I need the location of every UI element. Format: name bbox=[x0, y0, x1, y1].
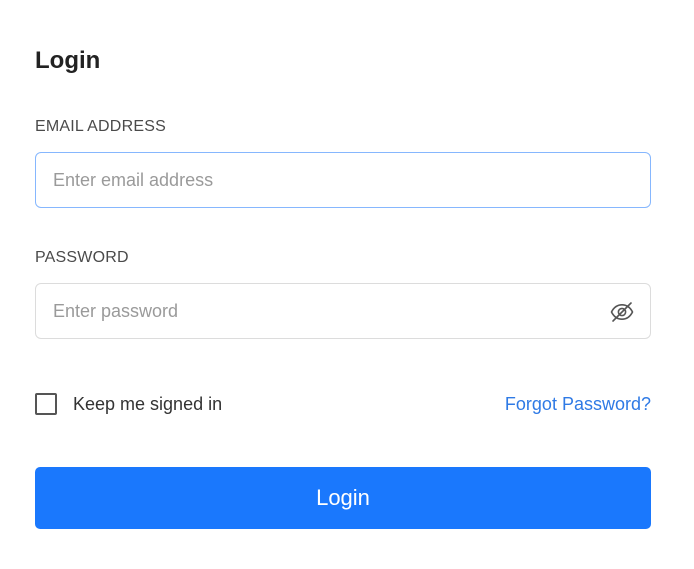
keep-signed-in-label[interactable]: Keep me signed in bbox=[73, 393, 222, 415]
forgot-password-link[interactable]: Forgot Password? bbox=[505, 393, 651, 415]
login-card: Login EMAIL ADDRESS PASSWORD Keep me sig… bbox=[0, 0, 694, 569]
email-label: EMAIL ADDRESS bbox=[35, 118, 166, 135]
password-field-wrapper bbox=[35, 283, 651, 339]
login-button[interactable]: Login bbox=[35, 467, 651, 529]
email-input[interactable] bbox=[36, 153, 650, 207]
password-input[interactable] bbox=[36, 284, 650, 338]
email-field-wrapper bbox=[35, 152, 651, 208]
page-title: Login bbox=[35, 47, 101, 74]
keep-signed-in-checkbox[interactable] bbox=[35, 393, 57, 415]
eye-slash-icon[interactable] bbox=[610, 300, 634, 324]
password-label: PASSWORD bbox=[35, 249, 129, 266]
